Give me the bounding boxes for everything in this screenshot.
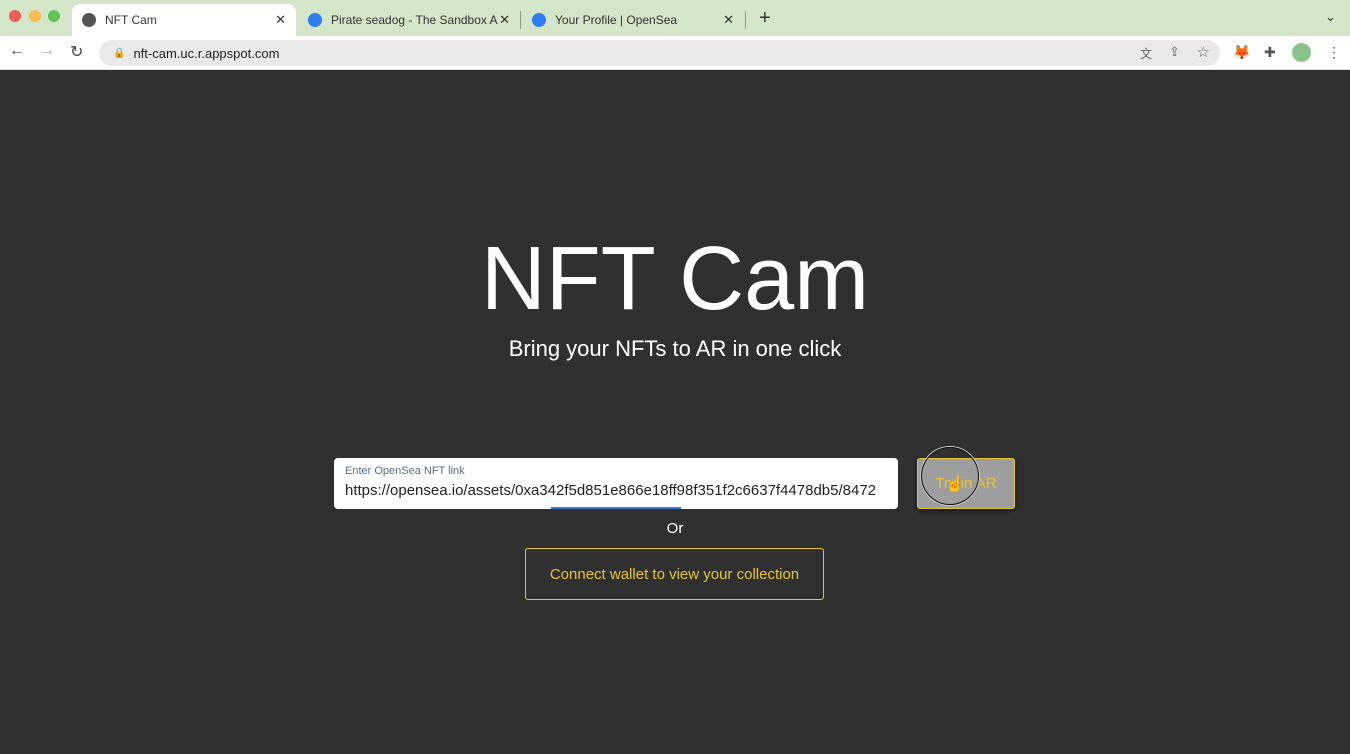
close-tab-icon[interactable]: ✕	[275, 12, 286, 28]
minimize-window-button[interactable]	[29, 10, 41, 22]
nft-link-label: Enter OpenSea NFT link	[345, 465, 465, 477]
connect-wallet-button[interactable]: Connect wallet to view your collection	[525, 548, 824, 600]
tab-your-profile[interactable]: Your Profile | OpenSea ✕	[522, 4, 744, 36]
globe-icon	[82, 13, 96, 27]
tab-search-chevron-icon[interactable]: ⌄	[1325, 9, 1336, 25]
close-window-button[interactable]	[9, 10, 21, 22]
share-icon[interactable]: ⇪	[1169, 44, 1180, 60]
tab-title: Your Profile | OpenSea	[555, 13, 678, 27]
new-tab-button[interactable]: +	[759, 7, 771, 30]
opensea-icon	[532, 13, 546, 27]
translate-icon[interactable]: 文	[1140, 45, 1152, 62]
lock-icon: 🔒	[113, 47, 126, 59]
browser-toolbar: ← → ↻ 🔒 nft-cam.uc.r.appspot.com 文 ⇪ ☆ 🦊…	[0, 36, 1350, 70]
forward-button[interactable]: →	[39, 42, 55, 60]
tab-pirate-seadog[interactable]: Pirate seadog - The Sandbox A ✕	[298, 4, 520, 36]
tab-title: Pirate seadog - The Sandbox A	[331, 13, 498, 27]
opensea-icon	[308, 13, 322, 27]
close-tab-icon[interactable]: ✕	[499, 12, 510, 28]
pointer-hand-icon: ☝	[945, 476, 965, 493]
tab-strip: NFT Cam ✕ Pirate seadog - The Sandbox A …	[0, 0, 1350, 36]
or-divider-text: Or	[666, 520, 684, 537]
maximize-window-button[interactable]	[48, 10, 60, 22]
menu-kebab-icon[interactable]: ⋮	[1327, 44, 1341, 61]
back-button[interactable]: ←	[9, 42, 25, 60]
page-title: NFT Cam	[480, 229, 870, 329]
nft-link-input[interactable]	[345, 482, 890, 499]
reload-button[interactable]: ↻	[70, 42, 83, 62]
nft-link-input-field[interactable]: Enter OpenSea NFT link	[334, 458, 898, 509]
url-text: nft-cam.uc.r.appspot.com	[133, 45, 280, 61]
page-subtitle: Bring your NFTs to AR in one click	[508, 336, 842, 361]
metamask-icon[interactable]: 🦊	[1233, 44, 1250, 61]
tab-title: NFT Cam	[105, 13, 157, 27]
address-bar[interactable]: 🔒 nft-cam.uc.r.appspot.com 文 ⇪ ☆	[99, 40, 1220, 66]
extensions-puzzle-icon[interactable]: ✚	[1264, 44, 1276, 61]
close-tab-icon[interactable]: ✕	[723, 12, 734, 28]
tab-separator	[745, 11, 746, 29]
tab-separator	[520, 11, 521, 29]
tab-nft-cam[interactable]: NFT Cam ✕	[72, 4, 296, 36]
input-focus-underline	[551, 507, 681, 509]
bookmark-star-icon[interactable]: ☆	[1197, 43, 1210, 61]
profile-avatar[interactable]	[1292, 43, 1311, 62]
